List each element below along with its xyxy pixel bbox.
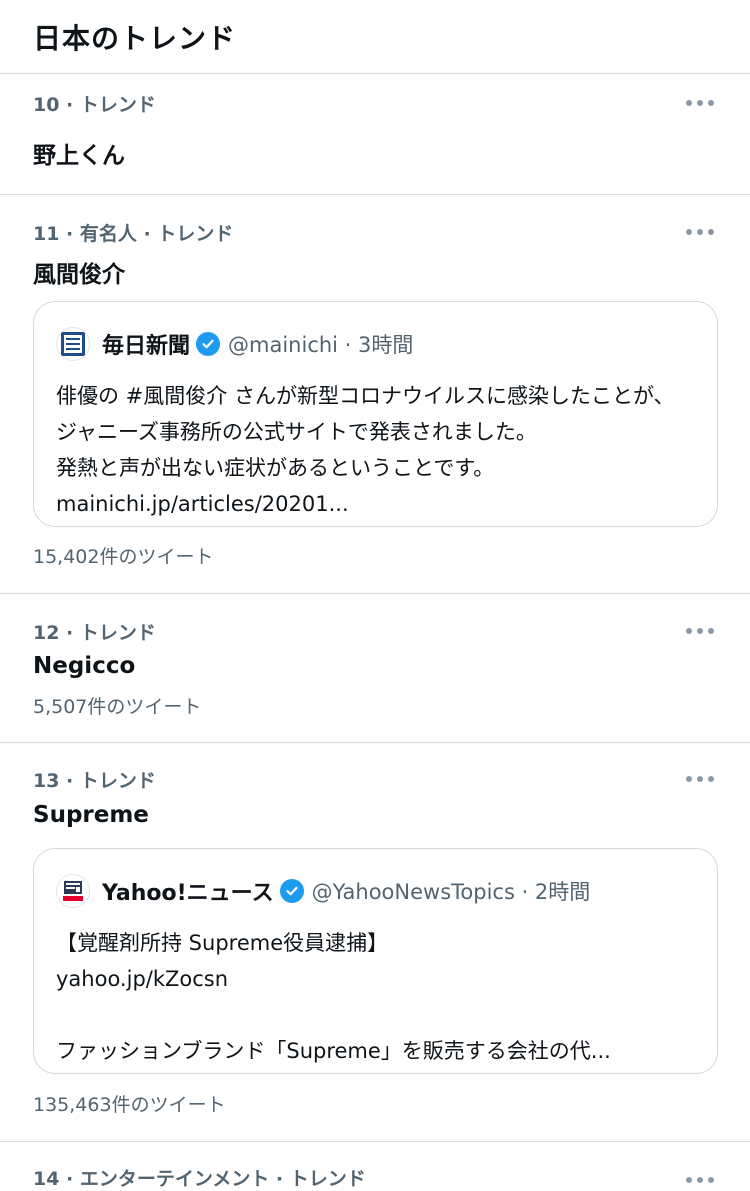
mainichi-logo-icon	[56, 327, 90, 361]
card-source-name: 毎日新聞	[102, 334, 191, 359]
trend-item-13[interactable]: 13 · トレンド Supreme Yahoo!ニュース @YahooNewsT…	[0, 743, 750, 1142]
card-handle-time: @mainichi · 3時間	[228, 333, 414, 357]
more-icon[interactable]	[686, 775, 714, 783]
tweet-count: 15,402件のツイート	[33, 546, 214, 568]
card-text: 【覚醒剤所持 Supreme役員逮捕】 yahoo.jp/kZocsn ファッシ…	[56, 931, 611, 1063]
page-title: 日本のトレンド	[33, 21, 237, 55]
tweet-count: 135,463件のツイート	[33, 1094, 226, 1116]
news-card[interactable]: 毎日新聞 @mainichi · 3時間 俳優の #風間俊介 さんが新型コロナウ…	[33, 301, 718, 527]
more-icon[interactable]	[686, 627, 714, 635]
trend-item-10[interactable]: 10 · トレンド 野上くん	[0, 74, 750, 195]
tweet-count: 5,507件のツイート	[33, 696, 202, 718]
card-header: Yahoo!ニュース @YahooNewsTopics · 2時間	[56, 873, 695, 909]
yahoo-news-logo-icon	[56, 874, 90, 908]
trend-meta: 13 · トレンド	[33, 770, 156, 792]
card-header: 毎日新聞 @mainichi · 3時間	[56, 326, 695, 362]
page-header: 日本のトレンド	[0, 0, 750, 74]
card-text: 俳優の #風間俊介 さんが新型コロナウイルスに感染したことが、ジャニーズ事務所の…	[56, 384, 675, 516]
trend-meta: 10 · トレンド	[33, 94, 156, 116]
more-icon[interactable]	[686, 228, 714, 236]
trend-meta: 11 · 有名人 · トレンド	[33, 223, 234, 245]
card-source-name: Yahoo!ニュース	[102, 881, 274, 906]
trend-title: Negicco	[33, 653, 136, 679]
trend-title: 野上くん	[33, 143, 125, 169]
trend-meta: 14 · エンターテインメント · トレンド	[33, 1168, 366, 1190]
more-icon[interactable]	[686, 1176, 714, 1184]
trend-item-14[interactable]: 14 · エンターテインメント · トレンド	[0, 1142, 750, 1190]
more-icon[interactable]	[686, 99, 714, 107]
card-handle-time: @YahooNewsTopics · 2時間	[311, 880, 591, 904]
trend-title: Supreme	[33, 802, 149, 828]
trend-title: 風間俊介	[33, 262, 125, 288]
verified-badge-icon	[196, 332, 221, 356]
news-card[interactable]: Yahoo!ニュース @YahooNewsTopics · 2時間 【覚醒剤所持…	[33, 848, 718, 1074]
verified-badge-icon	[279, 879, 304, 903]
trend-meta: 12 · トレンド	[33, 622, 156, 644]
trend-item-12[interactable]: 12 · トレンド Negicco 5,507件のツイート	[0, 594, 750, 743]
trend-item-11[interactable]: 11 · 有名人 · トレンド 風間俊介 毎日新聞 @mainichi · 3時…	[0, 195, 750, 594]
